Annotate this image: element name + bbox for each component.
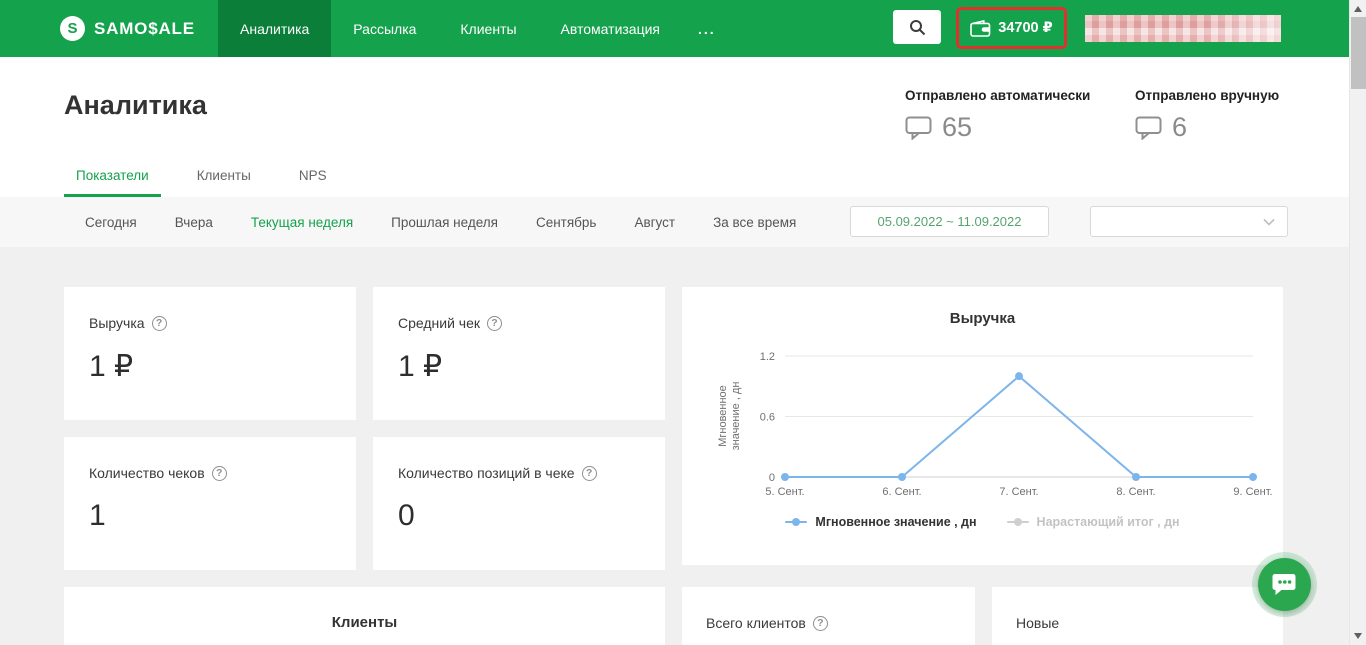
help-icon[interactable]: ? bbox=[487, 315, 503, 331]
main-nav: Аналитика Рассылка Клиенты Автоматизация… bbox=[218, 0, 732, 57]
total-clients-card: Всего клиентов ? bbox=[682, 587, 975, 645]
preset-yesterday[interactable]: Вчера bbox=[175, 215, 213, 230]
legend-label: Мгновенное значение , дн bbox=[815, 515, 977, 529]
logo-letter: S bbox=[67, 20, 78, 37]
stat-value: 6 bbox=[1172, 112, 1188, 142]
svg-text:7. Сент.: 7. Сент. bbox=[999, 486, 1038, 498]
logo-text: SAMO$ALE bbox=[94, 18, 195, 38]
card-value: 1 ₽ bbox=[89, 350, 134, 383]
top-navigation-bar: S SAMO$ALE Аналитика Рассылка Клиенты Ав… bbox=[0, 0, 1366, 57]
card-title: Выручка bbox=[89, 315, 145, 331]
logo-icon: S bbox=[60, 16, 85, 41]
card-title: Количество позиций в чеке bbox=[398, 465, 575, 481]
preset-today[interactable]: Сегодня bbox=[85, 215, 137, 230]
svg-text:Мгновенноезначение , дн: Мгновенноезначение , дн bbox=[717, 382, 742, 451]
balance-amount: 34700 ₽ bbox=[998, 20, 1053, 36]
chat-bubble-icon bbox=[905, 116, 932, 140]
scrollbar-down-arrow-icon[interactable] bbox=[1354, 633, 1362, 639]
kpi-card-checks-count: Количество чеков ? 1 bbox=[64, 437, 356, 570]
search-button[interactable] bbox=[893, 10, 941, 44]
page-title: Аналитика bbox=[64, 90, 207, 120]
svg-text:1.2: 1.2 bbox=[760, 351, 775, 363]
clients-section-card: Клиенты bbox=[64, 587, 665, 645]
chat-icon bbox=[1272, 574, 1296, 595]
svg-text:0: 0 bbox=[769, 472, 775, 484]
tab-clients[interactable]: Клиенты bbox=[185, 158, 263, 197]
preset-september[interactable]: Сентябрь bbox=[536, 215, 596, 230]
support-chat-button[interactable] bbox=[1258, 558, 1311, 611]
filter-bar: Сегодня Вчера Текущая неделя Прошлая нед… bbox=[0, 197, 1366, 247]
card-title: Новые bbox=[1016, 615, 1060, 631]
legend-item[interactable]: Нарастающий итог , дн bbox=[1006, 515, 1180, 529]
legend-label: Нарастающий итог , дн bbox=[1036, 515, 1180, 529]
logo[interactable]: S SAMO$ALE bbox=[60, 0, 195, 57]
tab-indicators[interactable]: Показатели bbox=[64, 158, 161, 197]
help-icon[interactable]: ? bbox=[151, 315, 167, 331]
card-title: Количество чеков bbox=[89, 465, 205, 481]
filter-dropdown[interactable] bbox=[1090, 206, 1288, 237]
stat-sent-manually: Отправлено вручную 6 bbox=[1135, 88, 1279, 143]
help-icon[interactable]: ? bbox=[812, 615, 828, 631]
nav-item-mailing[interactable]: Рассылка bbox=[331, 0, 438, 57]
svg-text:9. Сент.: 9. Сент. bbox=[1233, 486, 1272, 498]
wallet-icon bbox=[970, 19, 991, 37]
svg-text:6. Сент.: 6. Сент. bbox=[882, 486, 921, 498]
chevron-down-icon bbox=[1263, 218, 1275, 226]
card-value: 1 ₽ bbox=[398, 350, 443, 383]
date-presets: Сегодня Вчера Текущая неделя Прошлая нед… bbox=[85, 197, 796, 247]
scrollbar-thumb[interactable] bbox=[1351, 17, 1366, 89]
nav-item-analytics[interactable]: Аналитика bbox=[218, 0, 332, 57]
preset-all-time[interactable]: За все время bbox=[713, 215, 796, 230]
analytics-tabs: Показатели Клиенты NPS bbox=[64, 158, 339, 197]
nav-item-clients[interactable]: Клиенты bbox=[438, 0, 538, 57]
svg-text:0.6: 0.6 bbox=[760, 412, 775, 424]
kpi-card-items-per-check: Количество позиций в чеке ? 0 bbox=[373, 437, 665, 570]
stat-sent-automatically: Отправлено автоматически 65 bbox=[905, 88, 1090, 143]
tab-nps[interactable]: NPS bbox=[287, 158, 339, 197]
revenue-chart-card: Выручка 0 0.6 1.2 5. Сент. 6. Сент. 7. Сент. 8… bbox=[682, 287, 1283, 565]
chat-bubble-icon bbox=[1135, 116, 1162, 140]
kpi-card-revenue: Выручка ? 1 ₽ bbox=[64, 287, 356, 420]
preset-current-week[interactable]: Текущая неделя bbox=[251, 215, 353, 230]
svg-text:5. Сент.: 5. Сент. bbox=[765, 486, 804, 498]
nav-item-automation[interactable]: Автоматизация bbox=[539, 0, 682, 57]
card-value: 0 bbox=[398, 499, 415, 532]
date-range-value: 05.09.2022 ~ 11.09.2022 bbox=[877, 214, 1022, 229]
user-account-redacted[interactable] bbox=[1085, 15, 1281, 42]
card-title: Средний чек bbox=[398, 315, 481, 331]
balance-button[interactable]: 34700 ₽ bbox=[956, 7, 1067, 49]
search-icon bbox=[909, 19, 925, 35]
scrollbar-up-arrow-icon[interactable] bbox=[1354, 6, 1362, 12]
date-range-input[interactable]: 05.09.2022 ~ 11.09.2022 bbox=[850, 206, 1049, 237]
samosale-dashboard: S SAMO$ALE Аналитика Рассылка Клиенты Ав… bbox=[0, 0, 1366, 645]
svg-text:8. Сент.: 8. Сент. bbox=[1116, 486, 1155, 498]
preset-last-week[interactable]: Прошлая неделя bbox=[391, 215, 498, 230]
help-icon[interactable]: ? bbox=[211, 465, 227, 481]
chart-legend: Мгновенное значение , дн Нарастающий итог… bbox=[682, 515, 1283, 529]
nav-item-more[interactable]: ... bbox=[682, 0, 732, 57]
dashboard-content: Выручка ? 1 ₽ Средний чек ? 1 ₽ Количест… bbox=[0, 247, 1366, 645]
card-value: 1 bbox=[89, 499, 106, 532]
legend-item[interactable]: Мгновенное значение , дн bbox=[785, 515, 977, 529]
kpi-card-average-check: Средний чек ? 1 ₽ bbox=[373, 287, 665, 420]
legend-marker-icon bbox=[1006, 518, 1029, 526]
stat-value: 65 bbox=[942, 112, 973, 142]
card-title: Всего клиентов bbox=[706, 615, 806, 631]
vertical-scrollbar[interactable] bbox=[1349, 0, 1366, 645]
stat-label: Отправлено автоматически bbox=[905, 88, 1091, 103]
clients-section-title: Клиенты bbox=[331, 614, 398, 631]
stat-label: Отправлено вручную bbox=[1135, 88, 1280, 103]
preset-august[interactable]: Август bbox=[634, 215, 675, 230]
new-clients-card: Новые bbox=[992, 587, 1283, 645]
help-icon[interactable]: ? bbox=[581, 465, 597, 481]
legend-marker-icon bbox=[785, 518, 808, 526]
revenue-line-chart: 0 0.6 1.2 5. Сент. 6. Сент. 7. Сент. 8. Сент. 9… bbox=[717, 351, 1273, 498]
